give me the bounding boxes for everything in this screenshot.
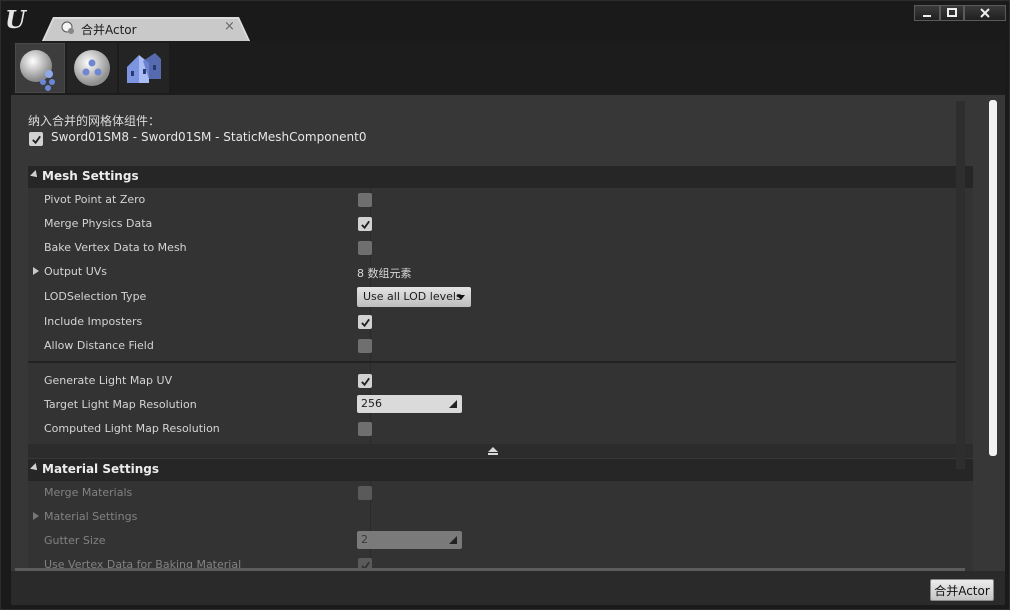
close-window-button[interactable] — [964, 5, 1006, 21]
check-icon — [360, 220, 370, 229]
output-uvs-value: 8 数组元素 — [357, 267, 412, 280]
dropdown-value: Use all LOD levels — [363, 290, 462, 303]
unreal-logo-icon: U — [5, 5, 26, 34]
collapse-bar-line — [488, 453, 498, 455]
property-label: Gutter Size — [44, 534, 106, 547]
merge-actor-tool-button[interactable] — [15, 43, 65, 93]
expand-arrow-icon[interactable] — [33, 512, 39, 520]
check-icon — [360, 377, 370, 386]
maximize-button[interactable] — [940, 5, 964, 21]
property-label: Output UVs — [44, 265, 108, 278]
proxy-mesh-icon — [74, 50, 110, 86]
merge-settings-panel: 纳入合并的网格体组件： Sword01SM8 - Sword01SM - Sta… — [11, 95, 1005, 571]
target-lightmap-resolution-input[interactable]: 256 — [357, 395, 462, 413]
check-icon — [360, 318, 370, 327]
merge-physics-checkbox[interactable] — [358, 217, 372, 231]
minimize-button[interactable] — [914, 5, 940, 21]
number-value: 256 — [361, 397, 382, 410]
property-label: Computed Light Map Resolution — [44, 422, 220, 435]
details-scroll-track[interactable] — [956, 101, 965, 469]
merge-materials-checkbox[interactable] — [358, 486, 372, 500]
footer-bar — [11, 571, 1005, 605]
property-label: LODSelection Type — [44, 290, 147, 303]
component-label: Sword01SM8 - Sword01SM - StaticMeshCompo… — [51, 130, 367, 144]
property-label: Merge Physics Data — [44, 217, 153, 230]
property-row: Bake Vertex Data to Mesh — [28, 236, 973, 260]
collapse-triangle-icon — [30, 463, 40, 473]
lod-selection-dropdown[interactable]: Use all LOD levels — [357, 287, 471, 307]
instance-building-tool-button[interactable] — [119, 43, 169, 93]
property-label: Pivot Point at Zero — [44, 193, 146, 206]
property-row: Pivot Point at Zero — [28, 188, 973, 212]
spin-drag-icon — [449, 536, 457, 544]
merge-actor-icon — [20, 50, 55, 91]
allow-distance-field-checkbox[interactable] — [358, 339, 372, 353]
expand-arrow-icon[interactable] — [33, 267, 39, 275]
advanced-collapse-bar[interactable] — [28, 444, 973, 458]
property-row: Allow Distance Field — [28, 334, 973, 358]
property-row[interactable]: Material Settings — [28, 505, 973, 529]
mesh-settings-header[interactable]: Mesh Settings — [28, 166, 973, 188]
advanced-separator — [28, 361, 958, 363]
collapse-triangle-icon — [30, 170, 40, 180]
property-label: Allow Distance Field — [44, 339, 154, 352]
spin-drag-icon — [449, 400, 457, 408]
material-settings-body: Merge Materials Material Settings Gutter… — [28, 481, 973, 571]
property-row: Target Light Map Resolution 256 — [28, 393, 973, 417]
dropdown-arrow-icon — [457, 295, 465, 300]
bake-vertex-checkbox[interactable] — [358, 241, 372, 255]
instance-building-icon — [127, 53, 161, 83]
proxy-mesh-tool-button[interactable] — [67, 43, 117, 93]
property-row: Computed Light Map Resolution — [28, 417, 973, 441]
document-tab[interactable]: 合并Actor × — [41, 17, 251, 43]
computed-lightmap-checkbox[interactable] — [358, 422, 372, 436]
property-row: Include Imposters — [28, 310, 973, 334]
minimize-icon — [923, 15, 931, 17]
merge-actor-tab-icon — [61, 21, 75, 35]
generate-lightmap-uv-checkbox[interactable] — [358, 374, 372, 388]
property-row: Gutter Size 2 — [28, 529, 973, 553]
close-icon — [980, 8, 990, 18]
property-label: Material Settings — [44, 510, 138, 523]
gutter-size-input[interactable]: 2 — [357, 531, 462, 549]
include-components-label: 纳入合并的网格体组件： — [28, 114, 161, 128]
check-icon — [31, 135, 41, 144]
component-checkbox[interactable] — [29, 132, 43, 146]
material-settings-header[interactable]: Material Settings — [28, 459, 973, 481]
collapse-up-icon — [488, 447, 498, 452]
maximize-icon — [947, 8, 957, 17]
tab-title: 合并Actor — [81, 23, 137, 37]
property-label: Bake Vertex Data to Mesh — [44, 241, 187, 254]
tab-close-icon[interactable]: × — [224, 19, 235, 34]
mesh-settings-title: Mesh Settings — [42, 169, 139, 183]
merge-actors-window: U 合并Actor × 纳入合并的网格体组件： Sword01SM8 - Swo… — [0, 0, 1010, 610]
window-controls — [914, 5, 1006, 23]
number-value: 2 — [361, 533, 368, 546]
property-label: Merge Materials — [44, 486, 133, 499]
property-label: Include Imposters — [44, 315, 143, 328]
mesh-settings-body: Pivot Point at Zero Merge Physics Data B… — [28, 188, 973, 444]
property-row: Merge Materials — [28, 481, 973, 505]
property-row: LODSelection Type Use all LOD levels — [28, 285, 973, 309]
property-label: Generate Light Map UV — [44, 374, 173, 387]
vertical-scrollbar[interactable] — [989, 100, 997, 456]
pivot-point-checkbox[interactable] — [358, 193, 372, 207]
include-imposters-checkbox[interactable] — [358, 315, 372, 329]
property-row: Generate Light Map UV — [28, 369, 973, 393]
material-settings-title: Material Settings — [42, 462, 159, 476]
property-row: Merge Physics Data — [28, 212, 973, 236]
property-row[interactable]: Output UVs 8 数组元素 — [28, 260, 973, 284]
property-label: Target Light Map Resolution — [44, 398, 197, 411]
merge-actor-button[interactable]: 合并Actor — [930, 579, 994, 601]
